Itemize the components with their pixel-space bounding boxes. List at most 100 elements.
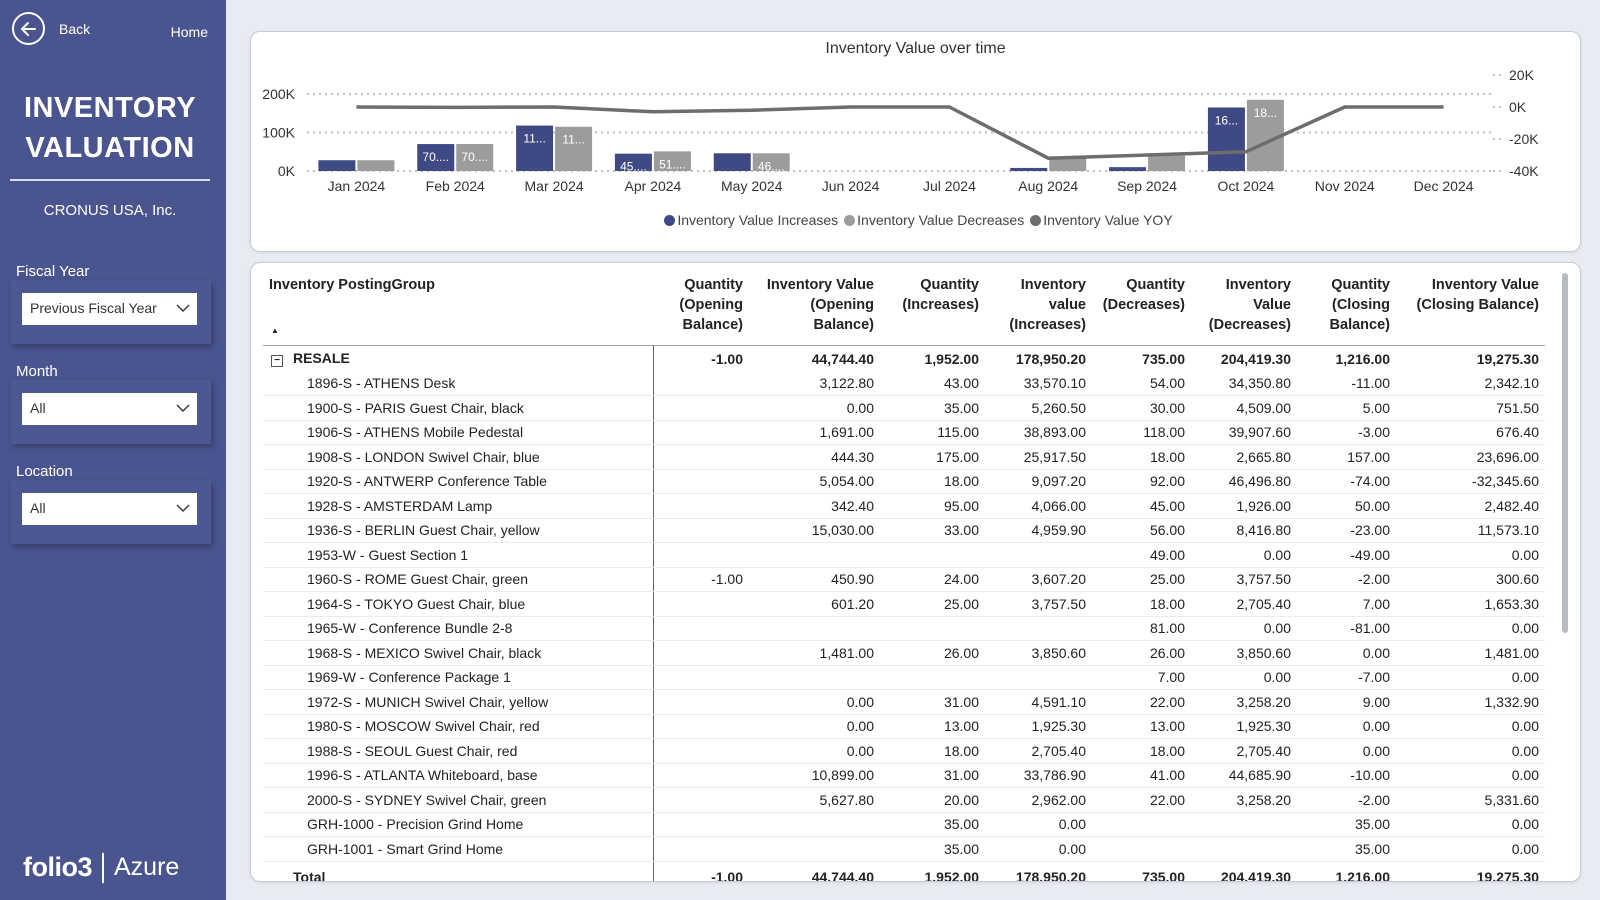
table-row[interactable]: 1953-W - Guest Section 1 49.00 0.00 -49.00 0… bbox=[263, 542, 1545, 568]
table-cell: 18.00 bbox=[1092, 444, 1191, 470]
row-label-cell: 1972-S - MUNICH Swivel Chair, yellow bbox=[263, 689, 654, 715]
table-row[interactable]: 1968-S - MEXICO Swivel Chair, black 1,481… bbox=[263, 640, 1545, 666]
table-cell: -10.00 bbox=[1297, 763, 1396, 788]
table-cell bbox=[985, 665, 1092, 690]
row-label: 1964-S - TOKYO Guest Chair, blue bbox=[307, 595, 526, 612]
table-cell: 3,258.20 bbox=[1191, 787, 1297, 813]
fiscal-year-value: Previous Fiscal Year bbox=[30, 300, 157, 316]
column-header-6[interactable]: Inventory Value (Decreases) bbox=[1191, 271, 1297, 345]
table-row[interactable]: 1920-S - ANTWERP Conference Table 5,054.0… bbox=[263, 469, 1545, 494]
legend-dot-icon bbox=[664, 215, 676, 226]
table-row[interactable]: 1900-S - PARIS Guest Chair, black 0.00 35.… bbox=[263, 395, 1545, 421]
month-dropdown[interactable]: All bbox=[22, 393, 197, 425]
column-header-1[interactable]: Quantity (Opening Balance) bbox=[653, 271, 749, 345]
row-label: 1928-S - AMSTERDAM Lamp bbox=[307, 497, 493, 514]
table-row[interactable]: 1965-W - Conference Bundle 2-8 81.00 0.00-… bbox=[263, 616, 1545, 641]
table-cell: 444.30 bbox=[749, 444, 880, 470]
bar-data-label: 51.... bbox=[659, 157, 686, 171]
logo-product: Azure bbox=[114, 853, 180, 881]
table-row[interactable]: 1908-S - LONDON Swivel Chair, blue 444.30… bbox=[263, 444, 1545, 470]
table-row[interactable]: 2000-S - SYDNEY Swivel Chair, green 5,627… bbox=[263, 787, 1545, 813]
table-row[interactable]: 1996-S - ATLANTA Whiteboard, base 10,899.… bbox=[263, 763, 1545, 788]
table-row[interactable]: 1980-S - MOSCOW Swivel Chair, red 0.00 13.… bbox=[263, 714, 1545, 739]
home-button[interactable]: Home bbox=[171, 24, 208, 40]
row-label-cell: 1965-W - Conference Bundle 2-8 bbox=[263, 616, 654, 641]
table-cell: 35.00 bbox=[1297, 812, 1396, 837]
bar-increase bbox=[713, 153, 751, 171]
legend-item[interactable]: Inventory Value YOY bbox=[1024, 212, 1173, 228]
table-row[interactable]: 1988-S - SEOUL Guest Chair, red 0.00 18.00… bbox=[263, 738, 1545, 764]
bar-data-label: 18... bbox=[1254, 106, 1277, 120]
table-cell: 5.00 bbox=[1297, 395, 1396, 421]
location-dropdown[interactable]: All bbox=[22, 493, 197, 525]
table-row[interactable]: 1906-S - ATHENS Mobile Pedestal 1,691.00 1… bbox=[263, 420, 1545, 445]
table-cell: 5,054.00 bbox=[749, 469, 880, 494]
table-cell: -1.00 bbox=[653, 567, 749, 592]
table-cell: 15,030.00 bbox=[749, 518, 880, 543]
table-cell bbox=[653, 469, 749, 494]
legend-label: Inventory Value YOY bbox=[1043, 212, 1173, 228]
table-cell bbox=[653, 714, 749, 739]
table-row[interactable]: 1896-S - ATHENS Desk 3,122.80 43.00 33,570.… bbox=[263, 371, 1545, 396]
fiscal-year-dropdown[interactable]: Previous Fiscal Year bbox=[22, 293, 197, 325]
table-row[interactable]: GRH-1001 - Smart Grind Home 35.00 0.00 35.0… bbox=[263, 836, 1545, 862]
table-cell: 0.00 bbox=[985, 836, 1092, 862]
legend-item[interactable]: Inventory Value Increases bbox=[658, 212, 838, 228]
table-cell: 0.00 bbox=[749, 738, 880, 764]
table-cell: 30.00 bbox=[1092, 395, 1191, 421]
x-tick-label: Jul 2024 bbox=[923, 178, 976, 194]
table-row[interactable]: 1928-S - AMSTERDAM Lamp 342.40 95.00 4,066.… bbox=[263, 493, 1545, 519]
table-row[interactable]: GRH-1000 - Precision Grind Home 35.00 0.00… bbox=[263, 812, 1545, 837]
table-cell: -1.00 bbox=[711, 350, 743, 367]
table-cell: 45.00 bbox=[1092, 493, 1191, 519]
column-header-4[interactable]: Inventory value (Increases) bbox=[985, 271, 1092, 345]
column-header-7[interactable]: Quantity (Closing Balance) bbox=[1297, 271, 1396, 345]
table-cell: 735.00 bbox=[1142, 350, 1185, 367]
column-header-2[interactable]: Inventory Value (Opening Balance) bbox=[749, 271, 880, 345]
table-row[interactable]: 1964-S - TOKYO Guest Chair, blue 601.20 25… bbox=[263, 591, 1545, 617]
sort-ascending-icon[interactable]: ▲ bbox=[271, 321, 279, 341]
table-row[interactable]: 1969-W - Conference Package 1 7.00 0.00 -7.… bbox=[263, 665, 1545, 690]
table-cell bbox=[653, 420, 749, 445]
chevron-down-icon bbox=[176, 501, 190, 518]
table-cell bbox=[653, 444, 749, 470]
table-cell: 0.00 bbox=[749, 689, 880, 715]
logo-separator bbox=[102, 852, 104, 883]
table-cell: 342.40 bbox=[749, 493, 880, 519]
table-cell: 10,899.00 bbox=[749, 763, 880, 788]
table-cell bbox=[653, 836, 749, 862]
x-tick-label: Feb 2024 bbox=[426, 178, 485, 194]
table-cell: 0.00 bbox=[1396, 616, 1545, 641]
table-cell: 0.00 bbox=[985, 812, 1092, 837]
column-header-8[interactable]: Inventory Value (Closing Balance) bbox=[1396, 271, 1545, 345]
table-cell: 18.00 bbox=[1092, 591, 1191, 617]
table-cell: 178,950.20 bbox=[1015, 350, 1086, 367]
table-cell bbox=[653, 665, 749, 690]
table-cell bbox=[653, 616, 749, 641]
table-scrollbar[interactable] bbox=[1562, 273, 1568, 633]
table-row[interactable]: 1960-S - ROME Guest Chair, green -1.00 450… bbox=[263, 567, 1545, 592]
legend-label: Inventory Value Increases bbox=[677, 212, 839, 228]
table-row[interactable]: 1972-S - MUNICH Swivel Chair, yellow 0.00… bbox=[263, 689, 1545, 715]
table-cell: 49.00 bbox=[1092, 542, 1191, 568]
column-header-5[interactable]: Quantity (Decreases) bbox=[1092, 271, 1191, 345]
back-button[interactable]: Back bbox=[12, 12, 90, 45]
column-header-3[interactable]: Quantity (Increases) bbox=[880, 271, 985, 345]
table-row[interactable]: 1936-S - BERLIN Guest Chair, yellow 15,03… bbox=[263, 518, 1545, 543]
legend-item[interactable]: Inventory Value Decreases bbox=[838, 212, 1024, 228]
table-cell bbox=[880, 542, 985, 568]
table-cell: 5,627.80 bbox=[749, 787, 880, 813]
table-cell: 25.00 bbox=[880, 591, 985, 617]
table-cell: 13.00 bbox=[880, 714, 985, 739]
location-label: Location bbox=[16, 463, 73, 480]
row-label: 1972-S - MUNICH Swivel Chair, yellow bbox=[307, 693, 549, 710]
table-cell: 11,573.10 bbox=[1396, 518, 1545, 543]
table-cell: 35.00 bbox=[880, 812, 985, 837]
total-row[interactable]: Total -1.00 44,744.40 1,952.00 178,950.20 735… bbox=[263, 860, 1545, 881]
group-row[interactable]: − RESALE -1.00 44,744.40 1,952.00 178,950.20 7… bbox=[263, 345, 1545, 372]
row-label-cell: GRH-1001 - Smart Grind Home bbox=[263, 836, 654, 862]
collapse-icon[interactable]: − bbox=[271, 355, 283, 367]
table-cell: 1,926.00 bbox=[1191, 493, 1297, 519]
table-cell bbox=[653, 591, 749, 617]
column-header-posting-group[interactable]: Inventory PostingGroup ▲ bbox=[263, 271, 653, 345]
